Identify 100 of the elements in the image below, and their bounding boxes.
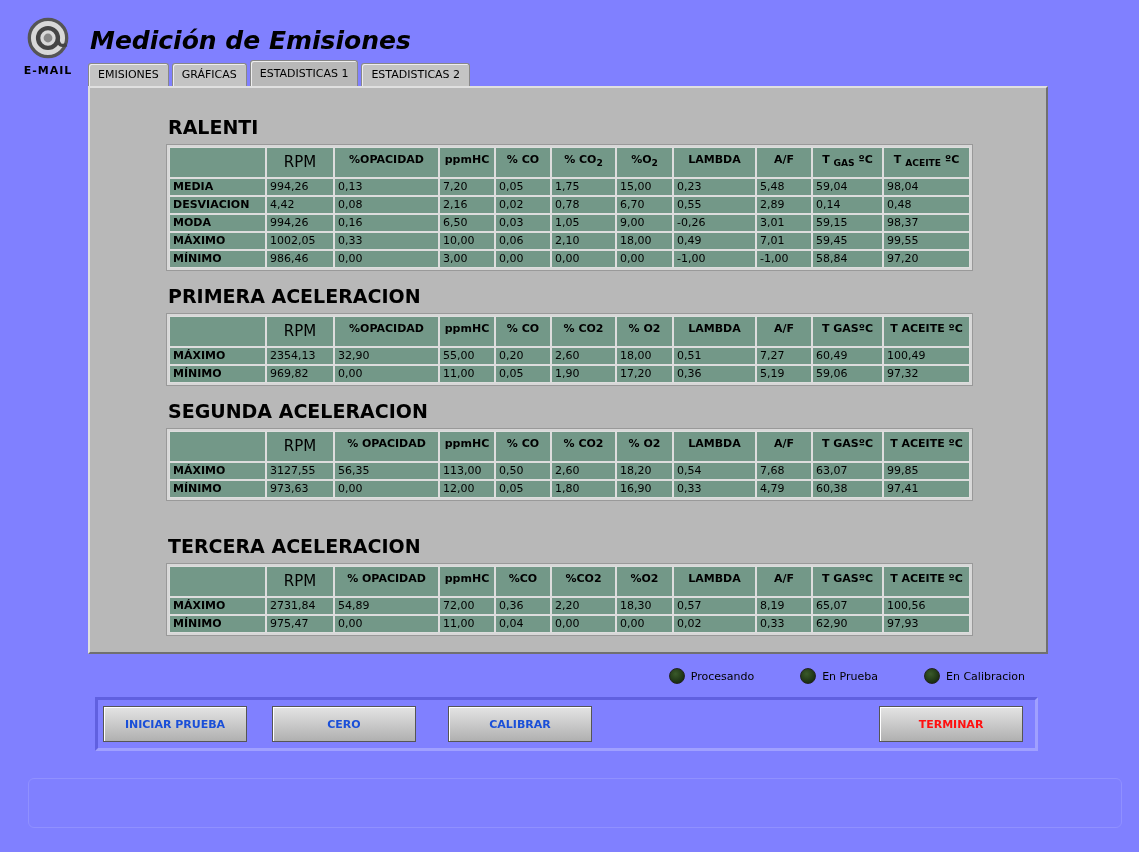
table-cell: 7,01 bbox=[756, 232, 812, 250]
row-header: MÍNIMO bbox=[169, 365, 266, 383]
table-cell: 98,04 bbox=[883, 178, 970, 196]
column-header: A/F bbox=[756, 566, 812, 597]
row-header: MÁXIMO bbox=[169, 462, 266, 480]
column-header: % CO bbox=[495, 147, 551, 178]
table-cell: -1,00 bbox=[673, 250, 756, 268]
column-header: ppmHC bbox=[439, 431, 495, 462]
table-cell: -0,26 bbox=[673, 214, 756, 232]
column-header: %O2 bbox=[616, 566, 673, 597]
table-cell: 12,00 bbox=[439, 480, 495, 498]
table-cell: 0,08 bbox=[334, 196, 439, 214]
table-cell: 0,00 bbox=[551, 250, 616, 268]
table-cell: 58,84 bbox=[812, 250, 883, 268]
table-cell: 1,05 bbox=[551, 214, 616, 232]
table-cell: 0,36 bbox=[495, 597, 551, 615]
column-header: T $_{ACEITE}$ ºC bbox=[883, 147, 970, 178]
column-header: ppmHC bbox=[439, 566, 495, 597]
table-cell: 0,49 bbox=[673, 232, 756, 250]
table-cell: 0,50 bbox=[495, 462, 551, 480]
section-title: TERCERA ACELERACION bbox=[168, 535, 422, 557]
table-cell: 3,01 bbox=[756, 214, 812, 232]
table-cell: 0,00 bbox=[334, 480, 439, 498]
table-cell: 0,06 bbox=[495, 232, 551, 250]
table-cell: 0,23 bbox=[673, 178, 756, 196]
table-cell: 0,00 bbox=[616, 615, 673, 633]
table-cell: 18,30 bbox=[616, 597, 673, 615]
table-cell: 97,41 bbox=[883, 480, 970, 498]
column-header: RPM bbox=[266, 147, 334, 178]
table-cell: 98,37 bbox=[883, 214, 970, 232]
column-header: % OPACIDAD bbox=[334, 566, 439, 597]
table-cell: 0,78 bbox=[551, 196, 616, 214]
column-header: % CO2 bbox=[551, 431, 616, 462]
column-header: LAMBDA bbox=[673, 566, 756, 597]
action-button[interactable]: INICIAR PRUEBA bbox=[103, 706, 247, 742]
table-cell: 1,80 bbox=[551, 480, 616, 498]
table-cell: 97,93 bbox=[883, 615, 970, 633]
row-header: MÍNIMO bbox=[169, 480, 266, 498]
column-header: %CO bbox=[495, 566, 551, 597]
table-cell: 11,00 bbox=[439, 365, 495, 383]
table-cell: 32,90 bbox=[334, 347, 439, 365]
table-cell: 0,51 bbox=[673, 347, 756, 365]
column-header: % O2 bbox=[616, 316, 673, 347]
table-cell: 994,26 bbox=[266, 178, 334, 196]
table-cell: 0,02 bbox=[495, 196, 551, 214]
column-header: % OPACIDAD bbox=[334, 431, 439, 462]
row-header: MÍNIMO bbox=[169, 615, 266, 633]
table-cell: 0,04 bbox=[495, 615, 551, 633]
tab[interactable]: ESTADISTICAS 1 bbox=[249, 60, 359, 86]
table-cell: 3,00 bbox=[439, 250, 495, 268]
table-cell: 6,50 bbox=[439, 214, 495, 232]
action-button[interactable]: CERO bbox=[272, 706, 416, 742]
table-cell: 18,20 bbox=[616, 462, 673, 480]
table-cell: 4,79 bbox=[756, 480, 812, 498]
table-cell: 0,33 bbox=[334, 232, 439, 250]
table-cell: 113,00 bbox=[439, 462, 495, 480]
table-cell: 1,75 bbox=[551, 178, 616, 196]
column-header: RPM bbox=[266, 431, 334, 462]
table-cell: 2,89 bbox=[756, 196, 812, 214]
table-cell: 0,33 bbox=[756, 615, 812, 633]
table-cell: 0,13 bbox=[334, 178, 439, 196]
column-header: T ACEITE ºC bbox=[883, 566, 970, 597]
table-cell: 5,48 bbox=[756, 178, 812, 196]
column-header: T GASºC bbox=[812, 431, 883, 462]
table-cell: 1,90 bbox=[551, 365, 616, 383]
table-cell: 994,26 bbox=[266, 214, 334, 232]
row-header: MODA bbox=[169, 214, 266, 232]
column-header: T GASºC bbox=[812, 566, 883, 597]
table-cell: 18,00 bbox=[616, 347, 673, 365]
row-header: DESVIACION bbox=[169, 196, 266, 214]
table-cell: 65,07 bbox=[812, 597, 883, 615]
table-cell: 6,70 bbox=[616, 196, 673, 214]
table-cell: -1,00 bbox=[756, 250, 812, 268]
column-header: % CO bbox=[495, 431, 551, 462]
indicator-label: En Calibracion bbox=[946, 669, 1025, 683]
section-title: PRIMERA ACELERACION bbox=[168, 285, 422, 307]
table-cell: 1002,05 bbox=[266, 232, 334, 250]
column-header: LAMBDA bbox=[673, 431, 756, 462]
table-cell: 0,20 bbox=[495, 347, 551, 365]
table-cell: 0,00 bbox=[334, 365, 439, 383]
table-cell: 7,68 bbox=[756, 462, 812, 480]
table-cell: 99,55 bbox=[883, 232, 970, 250]
tab[interactable]: EMISIONES bbox=[88, 63, 169, 86]
table-cell: 969,82 bbox=[266, 365, 334, 383]
table-cell: 2731,84 bbox=[266, 597, 334, 615]
row-header: MÁXIMO bbox=[169, 347, 266, 365]
row-header: MÁXIMO bbox=[169, 232, 266, 250]
table-cell: 54,89 bbox=[334, 597, 439, 615]
table-cell: 0,00 bbox=[495, 250, 551, 268]
table-cell: 0,16 bbox=[334, 214, 439, 232]
tab[interactable]: ESTADISTICAS 2 bbox=[361, 63, 471, 86]
table-cell: 0,05 bbox=[495, 480, 551, 498]
column-header: A/F bbox=[756, 431, 812, 462]
table-cell: 0,48 bbox=[883, 196, 970, 214]
action-button[interactable]: CALIBRAR bbox=[448, 706, 592, 742]
column-header: %OPACIDAD bbox=[334, 147, 439, 178]
table-cell: 973,63 bbox=[266, 480, 334, 498]
table-cell: 60,38 bbox=[812, 480, 883, 498]
tab[interactable]: GRÁFICAS bbox=[171, 63, 247, 86]
column-header: % CO bbox=[495, 316, 551, 347]
